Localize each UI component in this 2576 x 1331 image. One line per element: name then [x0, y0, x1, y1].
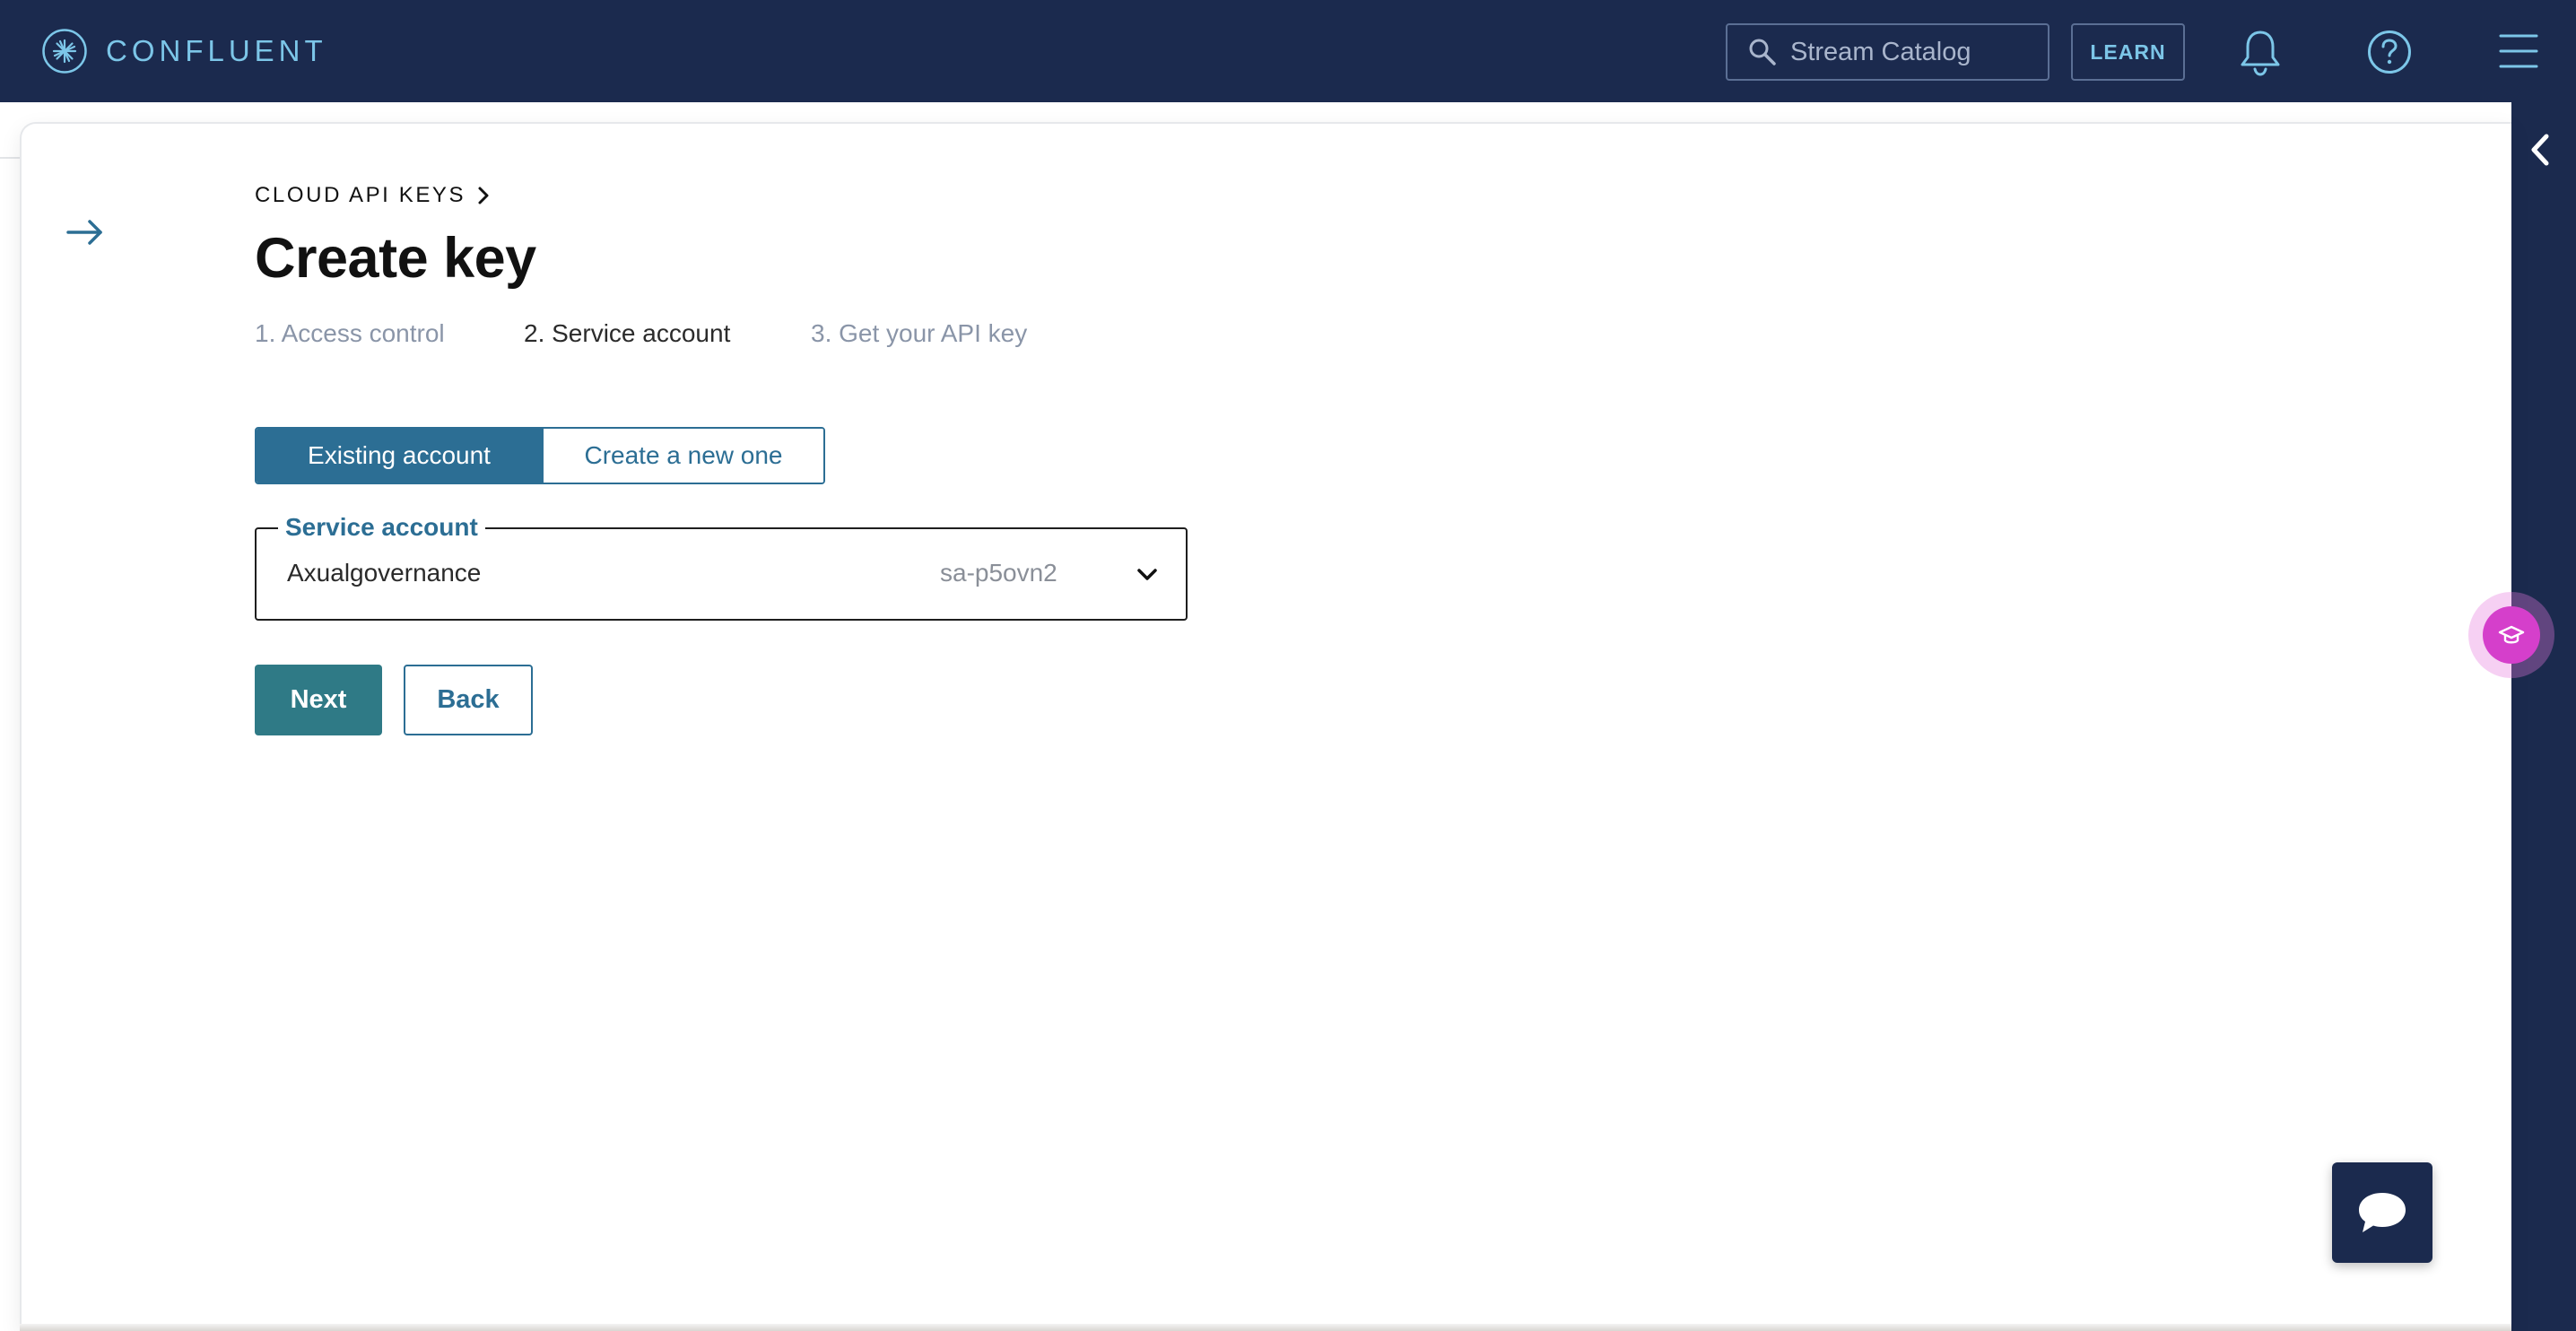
back-button[interactable]: Back: [404, 665, 533, 735]
next-button[interactable]: Next: [255, 665, 382, 735]
brand-name: CONFLUENT: [106, 34, 327, 67]
left-edge: [0, 102, 22, 1331]
service-account-select[interactable]: Service account Axualgovernance sa-p5ovn…: [255, 513, 1188, 621]
account-type-toggle: Existing account Create a new one: [255, 427, 825, 484]
stream-catalog-search[interactable]: [1726, 23, 2049, 81]
graduation-cap-icon: [2498, 625, 2525, 644]
help-icon[interactable]: [2366, 29, 2413, 75]
chevron-down-icon: [1137, 569, 1157, 580]
service-account-label: Service account: [278, 513, 485, 542]
main-content-panel: [20, 122, 2511, 1331]
learning-fab[interactable]: [2483, 606, 2540, 664]
confluent-logo[interactable]: CONFLUENT: [41, 28, 327, 74]
learn-button[interactable]: LEARN: [2071, 23, 2185, 81]
step-service-account: 2. Service account: [524, 319, 731, 347]
service-account-value: Axualgovernance: [287, 559, 482, 587]
step-access-control: 1. Access control: [255, 319, 445, 347]
wizard-steps: 1. Access control 2. Service account 3. …: [255, 319, 1027, 348]
arrow-right-icon[interactable]: [65, 212, 106, 253]
chat-support-button[interactable]: [2332, 1162, 2432, 1263]
top-nav-bar: CONFLUENT LEARN: [0, 0, 2576, 102]
breadcrumb[interactable]: CLOUD API KEYS: [255, 183, 491, 208]
hamburger-menu-icon[interactable]: [2498, 30, 2539, 72]
breadcrumb-cloud-api-keys[interactable]: CLOUD API KEYS: [255, 183, 466, 208]
search-input[interactable]: [1790, 37, 2023, 67]
bottom-edge: [20, 1324, 2511, 1331]
existing-account-toggle[interactable]: Existing account: [257, 429, 542, 483]
confluent-logo-icon: [42, 29, 87, 74]
right-side-rail: [2511, 102, 2576, 1331]
search-icon: [1749, 39, 1776, 65]
step-get-api-key: 3. Get your API key: [811, 319, 1028, 347]
chevron-right-icon: [478, 187, 489, 204]
service-account-id: sa-p5ovn2: [940, 559, 1057, 587]
chat-bubble-icon: [2359, 1193, 2406, 1232]
page-title: Create key: [255, 227, 536, 290]
create-new-account-toggle[interactable]: Create a new one: [542, 429, 823, 483]
chevron-left-icon[interactable]: [2525, 131, 2555, 169]
divider: [0, 157, 20, 159]
notifications-bell-icon[interactable]: [2237, 27, 2284, 77]
